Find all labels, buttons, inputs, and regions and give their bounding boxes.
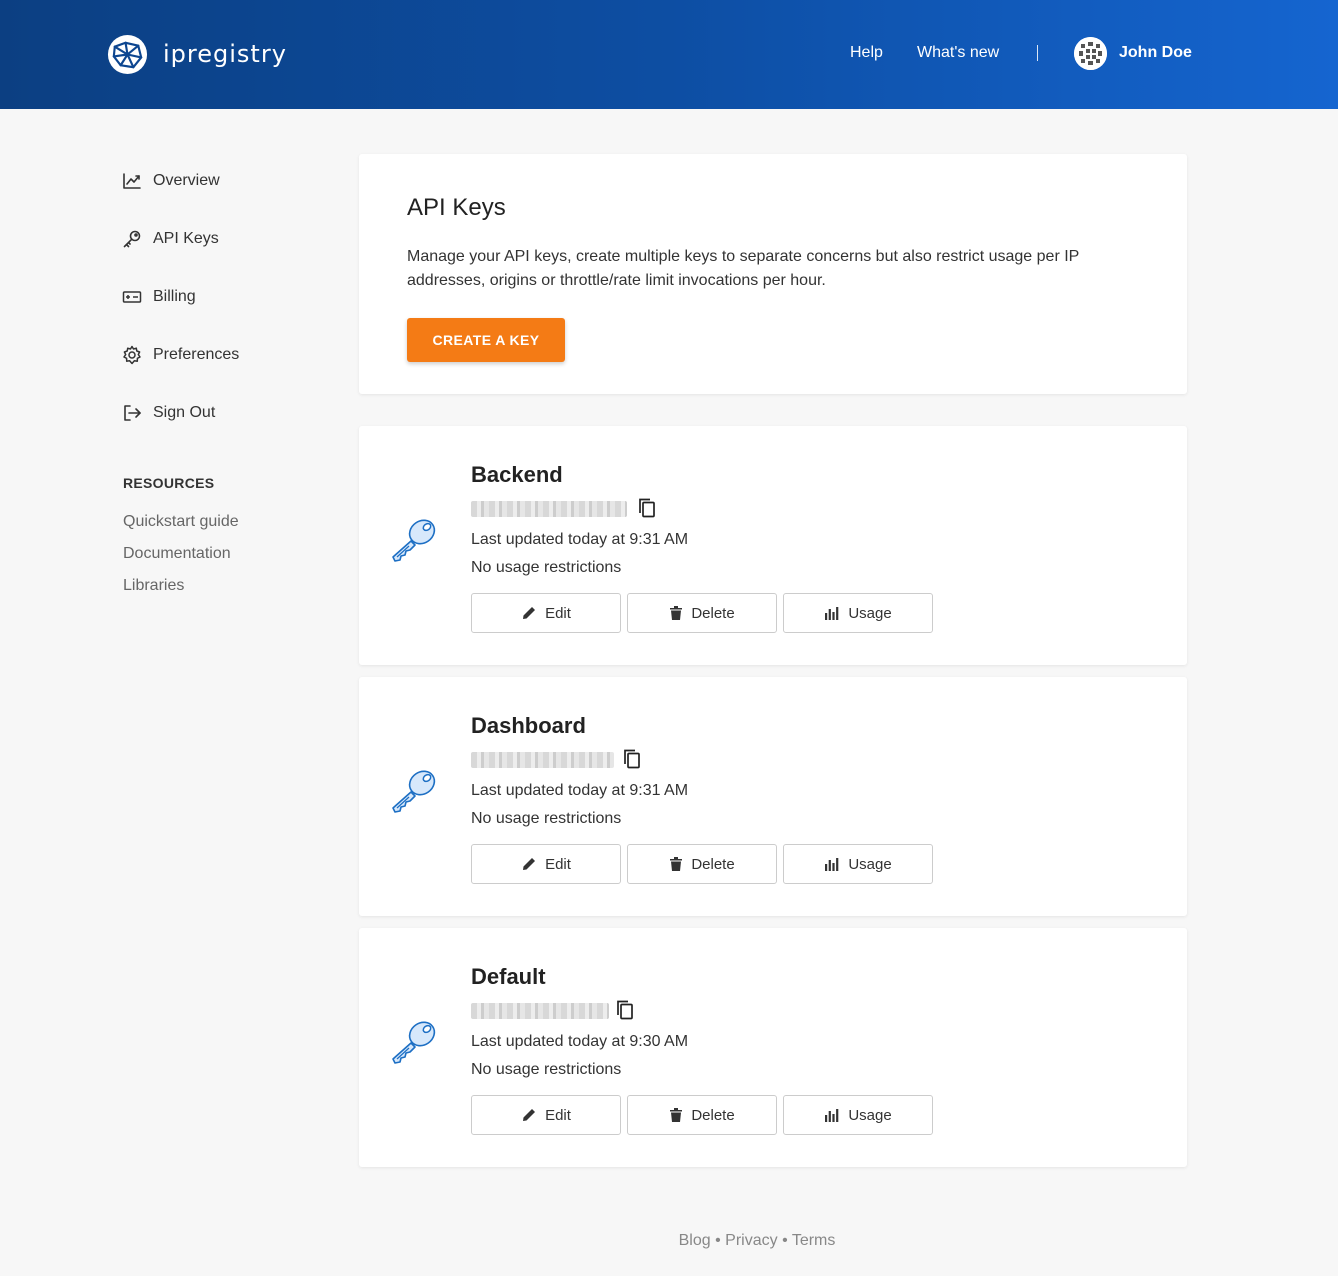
edit-button[interactable]: Edit [471, 1095, 621, 1135]
delete-button[interactable]: Delete [627, 593, 777, 633]
key-name: Dashboard [471, 713, 586, 738]
api-key-card: Backend Last updated today at 9:31 AM No… [359, 426, 1187, 665]
resource-link-libraries[interactable]: Libraries [123, 577, 184, 595]
resource-link-quickstart[interactable]: Quickstart guide [123, 513, 239, 531]
page-title: API Keys [407, 194, 506, 221]
footer-privacy-link[interactable]: Privacy [725, 1232, 777, 1249]
delete-label: Delete [691, 855, 735, 873]
key-updated-time: Last updated today at 9:30 AM [471, 1033, 689, 1050]
delete-button[interactable]: Delete [627, 1095, 777, 1135]
brand-name: ipregistry [163, 40, 287, 68]
pencil-icon [523, 858, 536, 870]
sidebar-item-overview[interactable]: Overview [122, 161, 322, 201]
pencil-icon [523, 607, 536, 619]
sidebar-item-sign-out[interactable]: Sign Out [122, 393, 322, 433]
resource-link-documentation[interactable]: Documentation [123, 545, 231, 563]
copy-icon[interactable] [622, 748, 642, 770]
edit-label: Edit [545, 604, 571, 622]
globe-logo-icon [107, 34, 148, 74]
nav-help-link[interactable]: Help [850, 38, 883, 68]
sign-out-icon [122, 403, 142, 423]
key-value-redacted [471, 501, 627, 517]
usage-button[interactable]: Usage [783, 844, 933, 884]
key-value-redacted [471, 1003, 609, 1019]
sidebar-item-api-keys[interactable]: API Keys [122, 219, 322, 259]
usage-button[interactable]: Usage [783, 593, 933, 633]
bar-chart-icon [825, 607, 839, 620]
usage-button[interactable]: Usage [783, 1095, 933, 1135]
sidebar-item-label: Billing [153, 288, 196, 305]
api-keys-intro-card: API Keys Manage your API keys, create mu… [359, 154, 1187, 394]
nav-divider [1037, 45, 1038, 61]
key-icon [122, 229, 142, 249]
resources-heading: RESOURCES [123, 475, 215, 491]
key-name: Default [471, 964, 546, 989]
trash-icon [670, 1108, 683, 1122]
top-bar: ipregistry Help What's new John Doe [0, 0, 1338, 109]
footer-separator: • [715, 1232, 721, 1249]
sidebar-item-label: API Keys [153, 230, 219, 247]
delete-label: Delete [691, 1106, 735, 1124]
nav-whats-new-link[interactable]: What's new [917, 38, 999, 68]
key-illustration-icon [392, 770, 436, 813]
copy-icon[interactable] [615, 999, 635, 1021]
key-name: Backend [471, 462, 563, 487]
key-updated-time: Last updated today at 9:31 AM [471, 782, 689, 799]
edit-button[interactable]: Edit [471, 593, 621, 633]
api-key-card: Default Last updated today at 9:30 AM No… [359, 928, 1187, 1167]
delete-button[interactable]: Delete [627, 844, 777, 884]
chart-line-icon [122, 171, 142, 191]
footer-separator: • [782, 1232, 788, 1249]
user-name: John Doe [1119, 44, 1192, 61]
api-key-card: Dashboard Last updated today at 9:31 AM … [359, 677, 1187, 916]
edit-button[interactable]: Edit [471, 844, 621, 884]
edit-label: Edit [545, 1106, 571, 1124]
avatar [1074, 36, 1107, 70]
key-restrictions: No usage restrictions [471, 810, 622, 827]
avatar-pattern-icon [1074, 36, 1107, 70]
bar-chart-icon [825, 1109, 839, 1122]
sidebar-item-billing[interactable]: Billing [122, 277, 322, 317]
trash-icon [670, 606, 683, 620]
create-key-button[interactable]: CREATE A KEY [407, 318, 565, 362]
pencil-icon [523, 1109, 536, 1121]
billing-icon [122, 287, 142, 307]
usage-label: Usage [848, 1106, 892, 1124]
key-restrictions: No usage restrictions [471, 559, 622, 576]
sidebar-item-label: Preferences [153, 346, 240, 363]
key-value-redacted [471, 752, 614, 768]
usage-label: Usage [848, 604, 892, 622]
usage-label: Usage [848, 855, 892, 873]
page-description: Manage your API keys, create multiple ke… [407, 248, 1080, 289]
sidebar-item-label: Overview [153, 172, 220, 189]
footer-blog-link[interactable]: Blog [679, 1232, 711, 1249]
footer: Blog • Privacy • Terms [0, 1232, 1338, 1250]
copy-icon[interactable] [637, 497, 657, 519]
user-menu[interactable]: John Doe [1074, 36, 1192, 70]
sidebar-item-label: Sign Out [153, 404, 216, 421]
brand-logo[interactable]: ipregistry [106, 32, 287, 76]
bar-chart-icon [825, 858, 839, 871]
trash-icon [670, 857, 683, 871]
sidebar-item-preferences[interactable]: Preferences [122, 335, 322, 375]
delete-label: Delete [691, 604, 735, 622]
edit-label: Edit [545, 855, 571, 873]
key-updated-time: Last updated today at 9:31 AM [471, 531, 689, 548]
key-restrictions: No usage restrictions [471, 1061, 622, 1078]
key-illustration-icon [392, 519, 436, 562]
gear-icon [122, 345, 142, 365]
footer-terms-link[interactable]: Terms [792, 1232, 836, 1249]
key-illustration-icon [392, 1021, 436, 1064]
